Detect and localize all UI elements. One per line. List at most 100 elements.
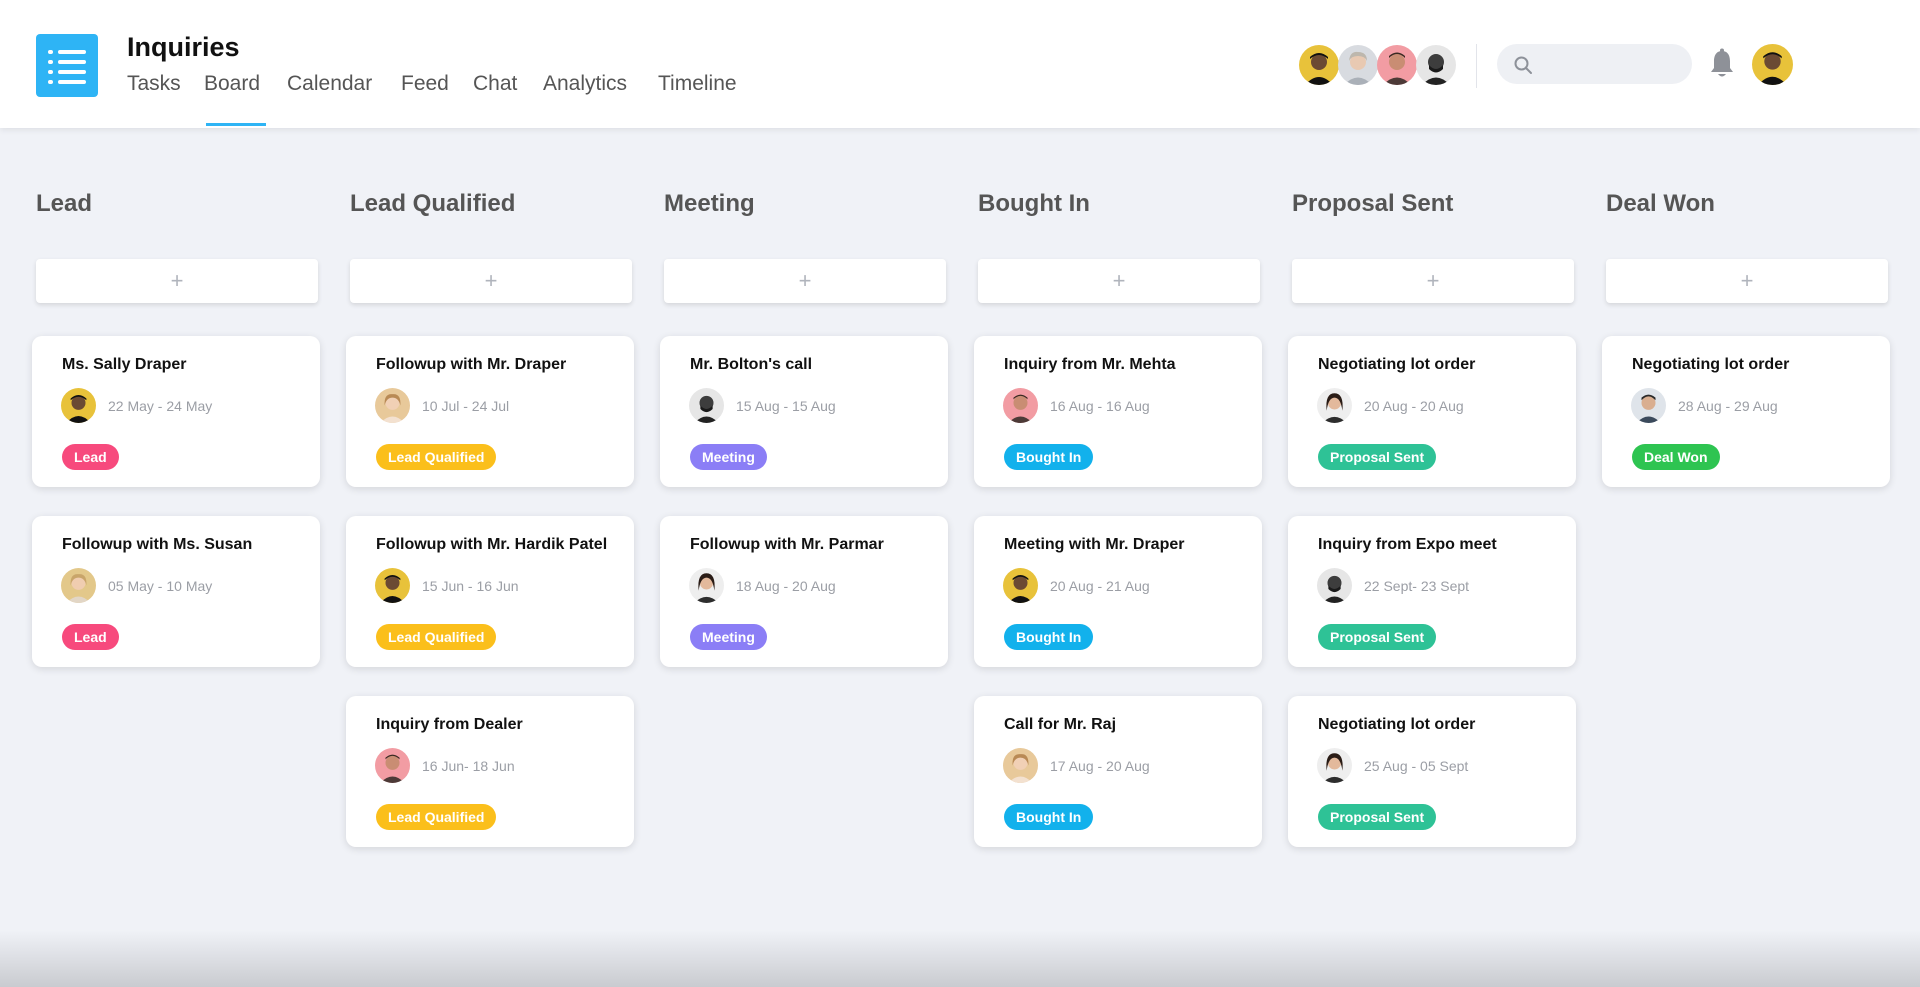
status-badge: Lead Qualified	[376, 444, 497, 470]
assignee-avatar	[1631, 388, 1666, 423]
team-avatar[interactable]	[1377, 45, 1417, 85]
card-title: Followup with Mr. Parmar	[690, 536, 884, 553]
assignee-avatar	[375, 748, 410, 783]
task-card[interactable]: Followup with Ms. Susan 05 May - 10 May …	[32, 516, 320, 667]
search-box[interactable]	[1497, 44, 1692, 84]
card-date-range: 28 Aug - 29 Aug	[1678, 398, 1778, 414]
column-title: Bought In	[978, 190, 1090, 217]
add-card-button[interactable]: +	[350, 259, 632, 303]
assignee-avatar	[375, 568, 410, 603]
card-date-range: 10 Jul - 24 Jul	[422, 398, 510, 414]
status-badge: Lead Qualified	[376, 804, 497, 830]
status-badge: Bought In	[1004, 624, 1094, 650]
card-date-range: 05 May - 10 May	[108, 578, 213, 594]
task-card[interactable]: Followup with Mr. Draper 10 Jul - 24 Jul…	[346, 336, 634, 487]
task-card[interactable]: Meeting with Mr. Draper 20 Aug - 21 Aug …	[974, 516, 1262, 667]
status-badge: Bought In	[1004, 804, 1094, 830]
team-avatar[interactable]	[1338, 45, 1378, 85]
list-icon[interactable]	[36, 34, 98, 97]
card-date-range: 15 Aug - 15 Aug	[736, 398, 836, 414]
page-title: Inquiries	[127, 32, 240, 62]
tab-tasks[interactable]: Tasks	[127, 72, 181, 96]
status-badge: Deal Won	[1632, 444, 1720, 470]
task-card[interactable]: Inquiry from Expo meet 22 Sept- 23 Sept …	[1288, 516, 1576, 667]
assignee-avatar	[1003, 568, 1038, 603]
assignee-avatar	[61, 388, 96, 423]
user-avatar[interactable]	[1752, 44, 1793, 85]
card-title: Negotiating lot order	[1318, 716, 1476, 733]
add-card-button[interactable]: +	[36, 259, 318, 303]
app-header: Inquiries Tasks Board Calendar Feed Chat…	[0, 0, 1920, 128]
status-badge: Lead	[62, 624, 119, 650]
card-date-range: 25 Aug - 05 Sept	[1364, 758, 1469, 774]
task-card[interactable]: Call for Mr. Raj 17 Aug - 20 Aug Bought …	[974, 696, 1262, 847]
task-card[interactable]: Followup with Mr. Parmar 18 Aug - 20 Aug…	[660, 516, 948, 667]
tab-calendar[interactable]: Calendar	[287, 72, 372, 96]
add-card-button[interactable]: +	[978, 259, 1260, 303]
add-card-button[interactable]: +	[664, 259, 946, 303]
assignee-avatar	[1317, 748, 1352, 783]
add-card-button[interactable]: +	[1606, 259, 1888, 303]
task-card[interactable]: Negotiating lot order 28 Aug - 29 Aug De…	[1602, 336, 1890, 487]
bell-icon[interactable]	[1708, 48, 1736, 80]
card-date-range: 17 Aug - 20 Aug	[1050, 758, 1150, 774]
assignee-avatar	[689, 388, 724, 423]
team-avatar[interactable]	[1416, 45, 1456, 85]
column-title: Deal Won	[1606, 190, 1715, 217]
task-card[interactable]: Inquiry from Dealer 16 Jun- 18 Jun Lead …	[346, 696, 634, 847]
tab-timeline[interactable]: Timeline	[658, 72, 737, 96]
column-title: Lead Qualified	[350, 190, 516, 217]
card-title: Inquiry from Expo meet	[1318, 536, 1497, 553]
card-title: Followup with Mr. Hardik Patel	[376, 536, 608, 553]
tab-board[interactable]: Board	[204, 72, 260, 96]
assignee-avatar	[375, 388, 410, 423]
card-title: Inquiry from Dealer	[376, 716, 523, 733]
card-title: Inquiry from Mr. Mehta	[1004, 356, 1176, 373]
status-badge: Meeting	[690, 624, 767, 650]
card-title: Negotiating lot order	[1632, 356, 1790, 373]
card-title: Call for Mr. Raj	[1004, 716, 1117, 733]
card-title: Negotiating lot order	[1318, 356, 1476, 373]
card-title: Mr. Bolton's call	[690, 356, 813, 373]
tab-feed[interactable]: Feed	[401, 72, 449, 96]
assignee-avatar	[1003, 388, 1038, 423]
card-date-range: 16 Jun- 18 Jun	[422, 758, 515, 774]
card-date-range: 22 Sept- 23 Sept	[1364, 578, 1470, 594]
column-title: Lead	[36, 190, 93, 217]
task-card[interactable]: Mr. Bolton's call 15 Aug - 15 Aug Meetin…	[660, 336, 948, 487]
card-title: Ms. Sally Draper	[62, 356, 187, 373]
search-icon	[1514, 56, 1532, 74]
task-card[interactable]: Inquiry from Mr. Mehta 16 Aug - 16 Aug B…	[974, 336, 1262, 487]
status-badge: Lead	[62, 444, 119, 470]
active-tab-indicator	[206, 123, 266, 126]
assignee-avatar	[1003, 748, 1038, 783]
status-badge: Bought In	[1004, 444, 1094, 470]
task-card[interactable]: Negotiating lot order 20 Aug - 20 Aug Pr…	[1288, 336, 1576, 487]
card-date-range: 20 Aug - 20 Aug	[1364, 398, 1464, 414]
card-title: Meeting with Mr. Draper	[1004, 536, 1185, 553]
header-divider	[1476, 44, 1477, 88]
column-title: Proposal Sent	[1292, 190, 1454, 217]
status-badge: Lead Qualified	[376, 624, 497, 650]
task-card[interactable]: Followup with Mr. Hardik Patel 15 Jun - …	[346, 516, 634, 667]
assignee-avatar	[689, 568, 724, 603]
status-badge: Proposal Sent	[1318, 624, 1437, 650]
tab-chat[interactable]: Chat	[473, 72, 517, 96]
tab-analytics[interactable]: Analytics	[543, 72, 627, 96]
card-date-range: 22 May - 24 May	[108, 398, 213, 414]
add-card-button[interactable]: +	[1292, 259, 1574, 303]
card-date-range: 15 Jun - 16 Jun	[422, 578, 519, 594]
status-badge: Proposal Sent	[1318, 804, 1437, 830]
assignee-avatar	[1317, 568, 1352, 603]
assignee-avatar	[1317, 388, 1352, 423]
task-card[interactable]: Ms. Sally Draper 22 May - 24 May Lead	[32, 336, 320, 487]
task-card[interactable]: Negotiating lot order 25 Aug - 05 Sept P…	[1288, 696, 1576, 847]
bottom-fade	[0, 930, 1920, 987]
card-date-range: 20 Aug - 21 Aug	[1050, 578, 1150, 594]
column-title: Meeting	[664, 190, 755, 217]
assignee-avatar	[61, 568, 96, 603]
team-avatar[interactable]	[1299, 45, 1339, 85]
card-title: Followup with Ms. Susan	[62, 536, 253, 553]
status-badge: Meeting	[690, 444, 767, 470]
search-input[interactable]	[1543, 44, 1683, 84]
